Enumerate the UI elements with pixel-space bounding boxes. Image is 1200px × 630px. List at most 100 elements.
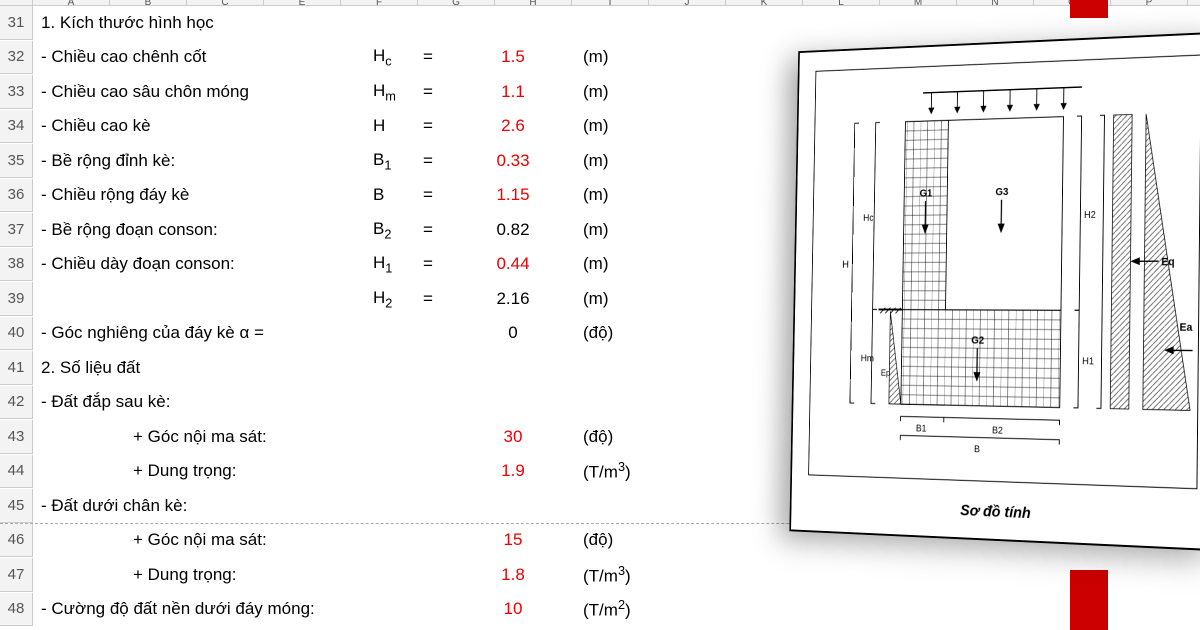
row-number: 41 <box>0 351 33 385</box>
param-label: - Chiều cao sâu chôn móng <box>33 82 373 102</box>
col-header: A <box>33 0 110 5</box>
row-number: 33 <box>0 75 33 109</box>
param-value[interactable]: 1.1 <box>453 82 573 102</box>
param-value[interactable]: 1.8 <box>453 565 573 585</box>
row-number: 42 <box>0 386 33 420</box>
row-number: 48 <box>0 593 33 627</box>
col-header: L <box>803 0 880 5</box>
red-tab-bottom <box>1070 570 1108 630</box>
param-symbol: Hc <box>373 46 423 68</box>
param-symbol: H <box>373 116 423 136</box>
col-header: I <box>572 0 649 5</box>
param-unit: (T/m3) <box>573 459 653 483</box>
red-tab-top <box>1070 0 1108 18</box>
row-number: 35 <box>0 144 33 178</box>
table-row: 47+ Dung trọng: 1.8(T/m3) <box>0 558 1200 593</box>
param-unit: (T/m2) <box>573 597 653 621</box>
row-number: 38 <box>0 248 33 282</box>
row-number: 34 <box>0 110 33 144</box>
dim-b: B <box>974 444 980 454</box>
equals-sign: = <box>423 116 453 136</box>
diagram-caption: Sơ đồ tính <box>791 496 1200 531</box>
param-label: - Đất đắp sau kè: <box>33 392 373 412</box>
equals-sign: = <box>423 254 453 274</box>
equals-sign: = <box>423 47 453 67</box>
param-label: - Chiều cao kè <box>33 116 373 136</box>
row-number: 44 <box>0 455 33 489</box>
param-value[interactable]: 15 <box>453 530 573 550</box>
param-unit: (m) <box>573 254 653 274</box>
dim-b2: B2 <box>992 425 1003 436</box>
param-label: + Dung trọng: <box>33 565 373 585</box>
param-label: - Góc nghiêng của đáy kè α = <box>33 323 373 343</box>
col-header: M <box>880 0 957 5</box>
col-header: C <box>187 0 264 5</box>
param-label: - Bề rộng đỉnh kè: <box>33 151 373 171</box>
param-unit: (m) <box>573 116 653 136</box>
row-number: 45 <box>0 489 33 523</box>
lbl-g3: G3 <box>995 187 1008 198</box>
param-unit: (T/m3) <box>573 563 653 587</box>
param-unit: (độ) <box>573 427 653 447</box>
row-number: 43 <box>0 420 33 454</box>
param-value[interactable]: 1.9 <box>453 461 573 481</box>
dim-h2: H2 <box>1084 209 1096 220</box>
col-header: P <box>1111 0 1188 5</box>
param-symbol: H2 <box>373 288 423 310</box>
dim-b1: B1 <box>916 423 927 433</box>
param-label: + Góc nội ma sát: <box>33 427 373 447</box>
table-row: 311. Kích thước hình học <box>0 6 1200 41</box>
equals-sign: = <box>423 220 453 240</box>
param-label: 2. Số liệu đất <box>33 358 373 378</box>
param-label: + Góc nội ma sát: <box>33 530 373 550</box>
col-header: K <box>726 0 803 5</box>
col-header: N <box>957 0 1034 5</box>
col-header: J <box>649 0 726 5</box>
col-header: E <box>264 0 341 5</box>
param-value[interactable]: 1.5 <box>453 47 573 67</box>
param-value[interactable]: 0.33 <box>453 151 573 171</box>
row-number: 31 <box>0 6 33 40</box>
param-symbol: B1 <box>373 150 423 172</box>
param-label: - Bề rộng đoạn conson: <box>33 220 373 240</box>
param-label: + Dung trọng: <box>33 461 373 481</box>
param-symbol: H1 <box>373 253 423 275</box>
param-value[interactable]: 0.44 <box>453 254 573 274</box>
lbl-ep: Ep <box>881 367 891 377</box>
param-value[interactable]: 2.16 <box>453 289 573 309</box>
col-header: H <box>495 0 572 5</box>
param-unit: (m) <box>573 47 653 67</box>
param-unit: (độ) <box>573 323 653 343</box>
equals-sign: = <box>423 151 453 171</box>
table-row: 48 - Cường độ đất nền dưới đáy móng: 10(T… <box>0 593 1200 628</box>
row-number: 46 <box>0 524 33 558</box>
param-value[interactable]: 30 <box>453 427 573 447</box>
param-unit: (độ) <box>573 530 653 550</box>
param-unit: (m) <box>573 151 653 171</box>
dim-hm: Hm <box>861 353 874 363</box>
lbl-g2: G2 <box>971 335 984 346</box>
param-symbol: B <box>373 185 423 205</box>
param-value[interactable]: 2.6 <box>453 116 573 136</box>
param-label: - Chiều dày đoạn conson: <box>33 254 373 274</box>
lbl-g1: G1 <box>920 188 933 199</box>
param-symbol: B2 <box>373 219 423 241</box>
param-symbol: Hm <box>373 81 423 103</box>
param-label: - Chiều rộng đáy kè <box>33 185 373 205</box>
param-label: - Cường độ đất nền dưới đáy móng: <box>33 599 373 619</box>
param-label: 1. Kích thước hình học <box>33 13 373 33</box>
param-unit: (m) <box>573 185 653 205</box>
row-number: 36 <box>0 179 33 213</box>
param-unit: (m) <box>573 289 653 309</box>
equals-sign: = <box>423 82 453 102</box>
row-number: 32 <box>0 41 33 75</box>
row-number: 39 <box>0 282 33 316</box>
row-number: 47 <box>0 558 33 592</box>
dim-hc: Hc <box>863 213 874 223</box>
lbl-ea: Ea <box>1179 322 1192 334</box>
row-number: 40 <box>0 317 33 351</box>
param-value[interactable]: 10 <box>453 599 573 619</box>
param-value[interactable]: 0 <box>453 323 573 343</box>
param-value[interactable]: 1.15 <box>453 185 573 205</box>
param-value[interactable]: 0.82 <box>453 220 573 240</box>
